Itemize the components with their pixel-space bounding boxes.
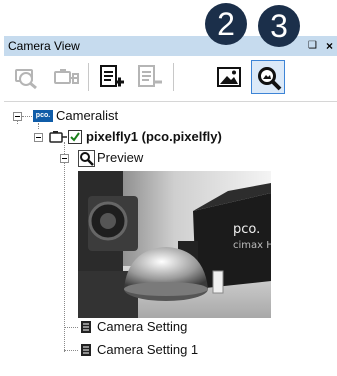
pin-icon[interactable]: ❑ — [308, 36, 317, 56]
image-view-button[interactable] — [212, 60, 246, 94]
setting-document-icon — [81, 321, 91, 333]
toolbar-separator — [173, 63, 174, 91]
tree-line — [64, 327, 78, 328]
toolbar-divider — [4, 101, 337, 102]
toolbar-separator — [88, 63, 89, 91]
preview-icon — [78, 150, 95, 167]
tree-item-camera[interactable]: pixelfly1 (pco.pixelfly) — [86, 129, 222, 145]
tree-line — [64, 350, 78, 351]
panel-title: Camera View — [8, 39, 80, 53]
preview-image[interactable]: pco. cimax H — [78, 171, 271, 318]
zoom-camera-icon — [15, 69, 37, 90]
preview-photo: pco. cimax H — [78, 171, 271, 318]
preview-zoom-icon — [258, 67, 282, 91]
add-setting-icon — [100, 65, 124, 87]
camera-icon — [49, 131, 67, 143]
remove-setting-button[interactable] — [133, 60, 167, 94]
tree-item-preview[interactable]: Preview — [97, 150, 143, 166]
setting-document-icon — [81, 344, 91, 356]
tree-item-setting-0[interactable]: Camera Setting — [97, 319, 187, 335]
expander-preview[interactable] — [60, 154, 69, 163]
camera-connect-button[interactable] — [48, 60, 82, 94]
zoom-camera-button[interactable] — [10, 60, 44, 94]
close-icon[interactable]: × — [326, 36, 333, 56]
tree-line — [38, 123, 39, 129]
pco-logo-icon: pco. — [33, 110, 53, 122]
expander-camera[interactable] — [34, 133, 43, 142]
camera-brand-text: pco. — [233, 222, 260, 237]
image-view-icon — [217, 67, 241, 87]
tree-line — [64, 142, 65, 352]
tree-item-cameralist[interactable]: Cameralist — [56, 108, 118, 124]
camera-model-text: cimax H — [233, 240, 271, 251]
tree-item-setting-1[interactable]: Camera Setting 1 — [97, 342, 198, 358]
toolbar — [8, 57, 337, 97]
add-setting-button[interactable] — [95, 60, 129, 94]
expander-cameralist[interactable] — [13, 112, 22, 121]
camera-connect-icon — [54, 69, 79, 84]
remove-setting-icon — [138, 65, 162, 87]
camera-enabled-checkbox[interactable] — [68, 130, 82, 144]
callout-2: 2 — [205, 3, 247, 45]
callout-3: 3 — [258, 5, 300, 47]
tree-line — [22, 116, 32, 117]
preview-zoom-button[interactable] — [251, 60, 285, 94]
